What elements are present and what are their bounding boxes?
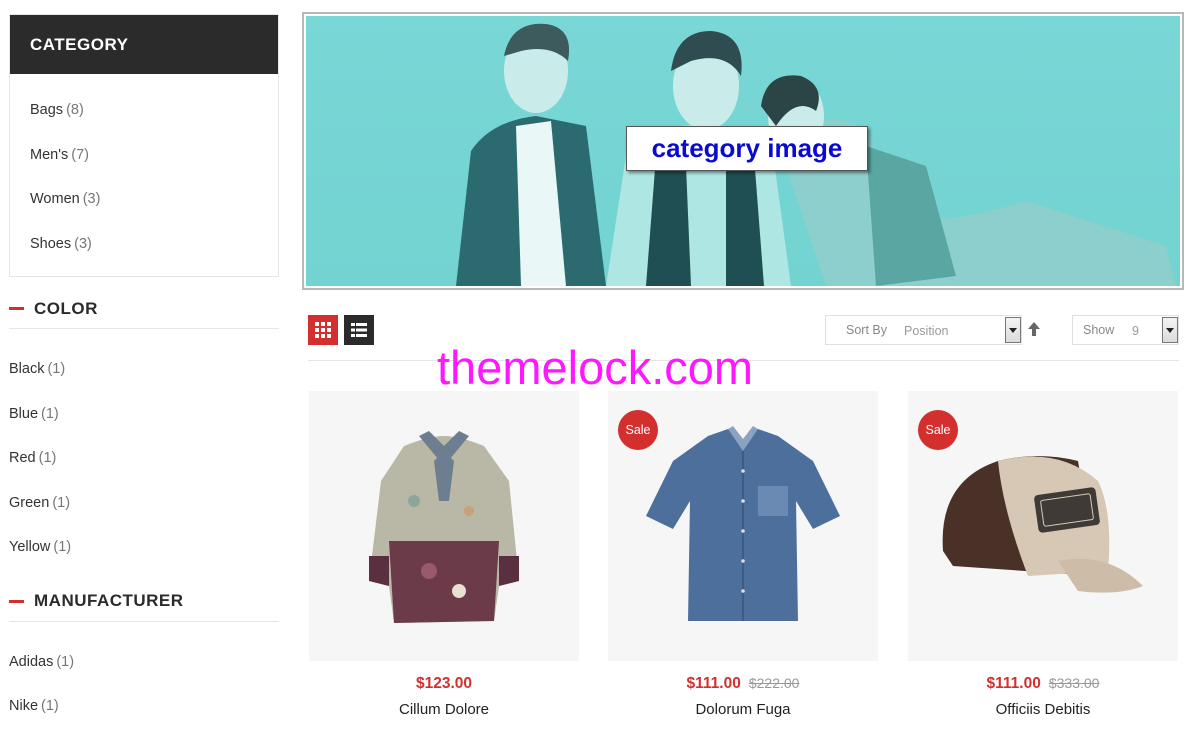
filter-item-count: (1) (38, 450, 57, 466)
product-price: $111.00 (986, 675, 1041, 692)
blouse-illustration (369, 431, 519, 623)
manufacturer-option-nike[interactable]: Nike (1) (9, 684, 279, 729)
category-list: Bags (8) Men's (7) Women (3) Shoes (3) (10, 74, 278, 276)
category-title: CATEGORY (10, 15, 278, 74)
product-old-price: $333.00 (1048, 675, 1100, 691)
filter-item-label: Yellow (9, 539, 51, 555)
sort-by-label: Sort By (846, 323, 887, 337)
product-image[interactable] (309, 391, 579, 661)
filter-title-text: COLOR (34, 298, 98, 318)
sort-direction-button[interactable] (1028, 322, 1040, 341)
category-banner: category image (302, 12, 1184, 290)
show-label: Show (1083, 323, 1115, 337)
filter-item-label: Adidas (9, 653, 54, 670)
list-view-button[interactable] (344, 315, 374, 345)
color-filter: COLOR Black (1) Blue (1) Red (1) Green (1) Y… (9, 289, 279, 582)
product-card[interactable]: Sale $111.00 $333.00 Officiis Debitis (908, 391, 1178, 718)
category-item-label: Shoes (30, 235, 72, 252)
category-item-count: (3) (82, 191, 101, 207)
category-item-shoes[interactable]: Shoes (3) (30, 222, 278, 267)
category-block: CATEGORY Bags (8) Men's (7) Women (3) Shoes… (9, 14, 279, 277)
category-item-label: Women (30, 191, 80, 207)
manufacturer-filter-list: Adidas (1) Nike (1) (9, 622, 279, 739)
filter-item-count: (1) (53, 539, 72, 555)
color-option-green[interactable]: Green (1) (9, 481, 279, 526)
product-price: $123.00 (415, 675, 473, 692)
product-price-row: $123.00 (309, 675, 579, 695)
filter-item-count: (1) (47, 361, 66, 377)
product-price: $111.00 (686, 675, 741, 692)
category-item-bags[interactable]: Bags (8) (30, 88, 278, 133)
category-item-mens[interactable]: Men's (7) (30, 133, 278, 178)
sale-badge: Sale (918, 410, 958, 450)
banner-label: category image (626, 126, 868, 171)
product-old-price: $222.00 (748, 675, 800, 691)
category-item-count: (8) (66, 102, 84, 118)
chevron-down-icon[interactable] (1162, 317, 1178, 343)
color-option-red[interactable]: Red (1) (9, 436, 279, 481)
filter-item-count: (1) (56, 653, 75, 670)
grid-icon (315, 322, 331, 338)
manufacturer-option-adidas[interactable]: Adidas (1) (9, 640, 279, 685)
grid-view-button[interactable] (308, 315, 338, 345)
product-name[interactable]: Cillum Dolore (309, 701, 579, 718)
show-value: 9 (1132, 324, 1139, 338)
color-filter-title: COLOR (9, 289, 279, 329)
arrow-up-icon (1028, 322, 1040, 336)
category-banner-image: category image (306, 16, 1180, 286)
filter-item-label: Blue (9, 405, 39, 422)
product-card[interactable]: $123.00 Cillum Dolore (309, 391, 579, 718)
color-filter-list: Black (1) Blue (1) Red (1) Green (1) Yellow(… (9, 329, 279, 582)
product-price-row: $111.00 $333.00 (908, 675, 1178, 695)
manufacturer-filter-title: MANUFACTURER (9, 582, 279, 622)
sort-by-select[interactable]: Sort By Position (825, 315, 1022, 345)
filter-item-count: (1) (41, 405, 59, 422)
sort-by-value: Position (904, 324, 949, 338)
product-name[interactable]: Officiis Debitis (908, 701, 1178, 718)
color-option-black[interactable]: Black (1) (9, 347, 279, 392)
section-dash (9, 307, 24, 310)
color-option-blue[interactable]: Blue (1) (9, 392, 279, 437)
filter-item-count: (1) (52, 494, 71, 511)
filter-title-text: MANUFACTURER (34, 591, 184, 610)
product-price-row: $111.00 $222.00 (608, 675, 878, 695)
show-limit-select[interactable]: Show 9 (1072, 315, 1179, 345)
category-item-women[interactable]: Women (3) (30, 177, 278, 222)
filter-item-label: Red (9, 450, 36, 466)
product-card[interactable]: Sale $111.00 $222.00 Dolorum Fuga (608, 391, 878, 718)
category-item-count: (7) (71, 146, 89, 163)
product-image[interactable]: Sale (608, 391, 878, 661)
watermark-text: themelock.com (437, 341, 754, 394)
product-name[interactable]: Dolorum Fuga (608, 701, 878, 718)
filter-item-label: Black (9, 361, 45, 377)
color-option-yellow[interactable]: Yellow (1) (9, 525, 279, 570)
chevron-down-icon[interactable] (1005, 317, 1021, 343)
sidebar: CATEGORY Bags (8) Men's (7) Women (3) Shoes… (9, 14, 279, 739)
category-item-label: Bags (30, 102, 64, 118)
filter-item-label: Green (9, 494, 50, 511)
category-item-label: Men's (30, 146, 69, 163)
section-dash (9, 599, 24, 603)
product-grid: $123.00 Cillum Dolore Sale $111.00 $222.0… (309, 391, 1179, 739)
filter-item-count: (1) (41, 698, 59, 714)
manufacturer-filter: MANUFACTURER Adidas (1) Nike (1) (9, 582, 279, 739)
list-icon (351, 323, 367, 337)
sale-badge: Sale (618, 410, 658, 450)
product-image[interactable]: Sale (908, 391, 1178, 661)
filter-item-label: Nike (9, 698, 39, 714)
category-item-count: (3) (74, 235, 92, 252)
